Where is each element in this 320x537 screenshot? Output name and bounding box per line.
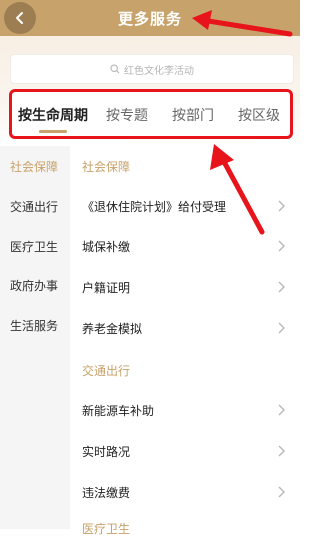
sidebar-item-transport[interactable]: 交通出行 bbox=[10, 198, 58, 215]
list-item[interactable]: 养老金模拟 bbox=[82, 318, 288, 338]
list-item-label: 违法缴费 bbox=[82, 485, 131, 500]
list-item-label: 户籍证明 bbox=[82, 280, 131, 295]
list-item-label: 实时路况 bbox=[82, 444, 131, 459]
list-item[interactable]: 违法缴费 bbox=[82, 482, 288, 502]
list-item-label: 养老金模拟 bbox=[82, 321, 143, 336]
sidebar: 社会保障 交通出行 医疗卫生 政府办事 生活服务 bbox=[0, 146, 70, 529]
page-title: 更多服务 bbox=[117, 9, 182, 28]
search-icon bbox=[110, 64, 120, 74]
section-title: 交通出行 bbox=[82, 364, 131, 378]
chevron-right-icon bbox=[278, 486, 285, 498]
chevron-right-icon bbox=[278, 200, 285, 212]
tab-topic[interactable]: 按专题 bbox=[106, 105, 148, 125]
chevron-right-icon bbox=[278, 322, 285, 334]
chevron-left-icon bbox=[16, 12, 23, 24]
chevron-right-icon bbox=[278, 240, 285, 252]
sidebar-item-life-services[interactable]: 生活服务 bbox=[10, 317, 58, 334]
annotation-arrow-icon bbox=[192, 10, 293, 37]
list-item[interactable]: 实时路况 bbox=[82, 441, 288, 461]
section-title: 社会保障 bbox=[82, 160, 131, 174]
list-item-label: 新能源车补助 bbox=[82, 403, 155, 418]
sidebar-item-government[interactable]: 政府办事 bbox=[10, 277, 58, 294]
sidebar-item-social-security[interactable]: 社会保障 bbox=[10, 158, 58, 175]
tab-district[interactable]: 按区级 bbox=[238, 105, 280, 125]
list-item[interactable]: 新能源车补助 bbox=[82, 400, 288, 420]
search-input[interactable]: 红色文化李活动 bbox=[10, 54, 294, 84]
tab-lifecycle[interactable]: 按生命周期 bbox=[18, 105, 88, 125]
sidebar-item-medical[interactable]: 医疗卫生 bbox=[10, 238, 58, 255]
back-button[interactable] bbox=[4, 2, 36, 34]
annotation-arrow-icon bbox=[210, 144, 265, 235]
list-item[interactable]: 户籍证明 bbox=[82, 277, 288, 297]
category-tabs: 按生命周期 按专题 按部门 按区级 bbox=[9, 89, 293, 139]
chevron-right-icon bbox=[278, 404, 285, 416]
search-placeholder: 红色文化李活动 bbox=[124, 65, 194, 77]
chevron-right-icon bbox=[278, 445, 285, 457]
chevron-right-icon bbox=[278, 281, 285, 293]
tab-department[interactable]: 按部门 bbox=[172, 105, 214, 125]
list-item-label: 城保补缴 bbox=[82, 239, 131, 254]
active-tab-indicator bbox=[39, 130, 67, 133]
